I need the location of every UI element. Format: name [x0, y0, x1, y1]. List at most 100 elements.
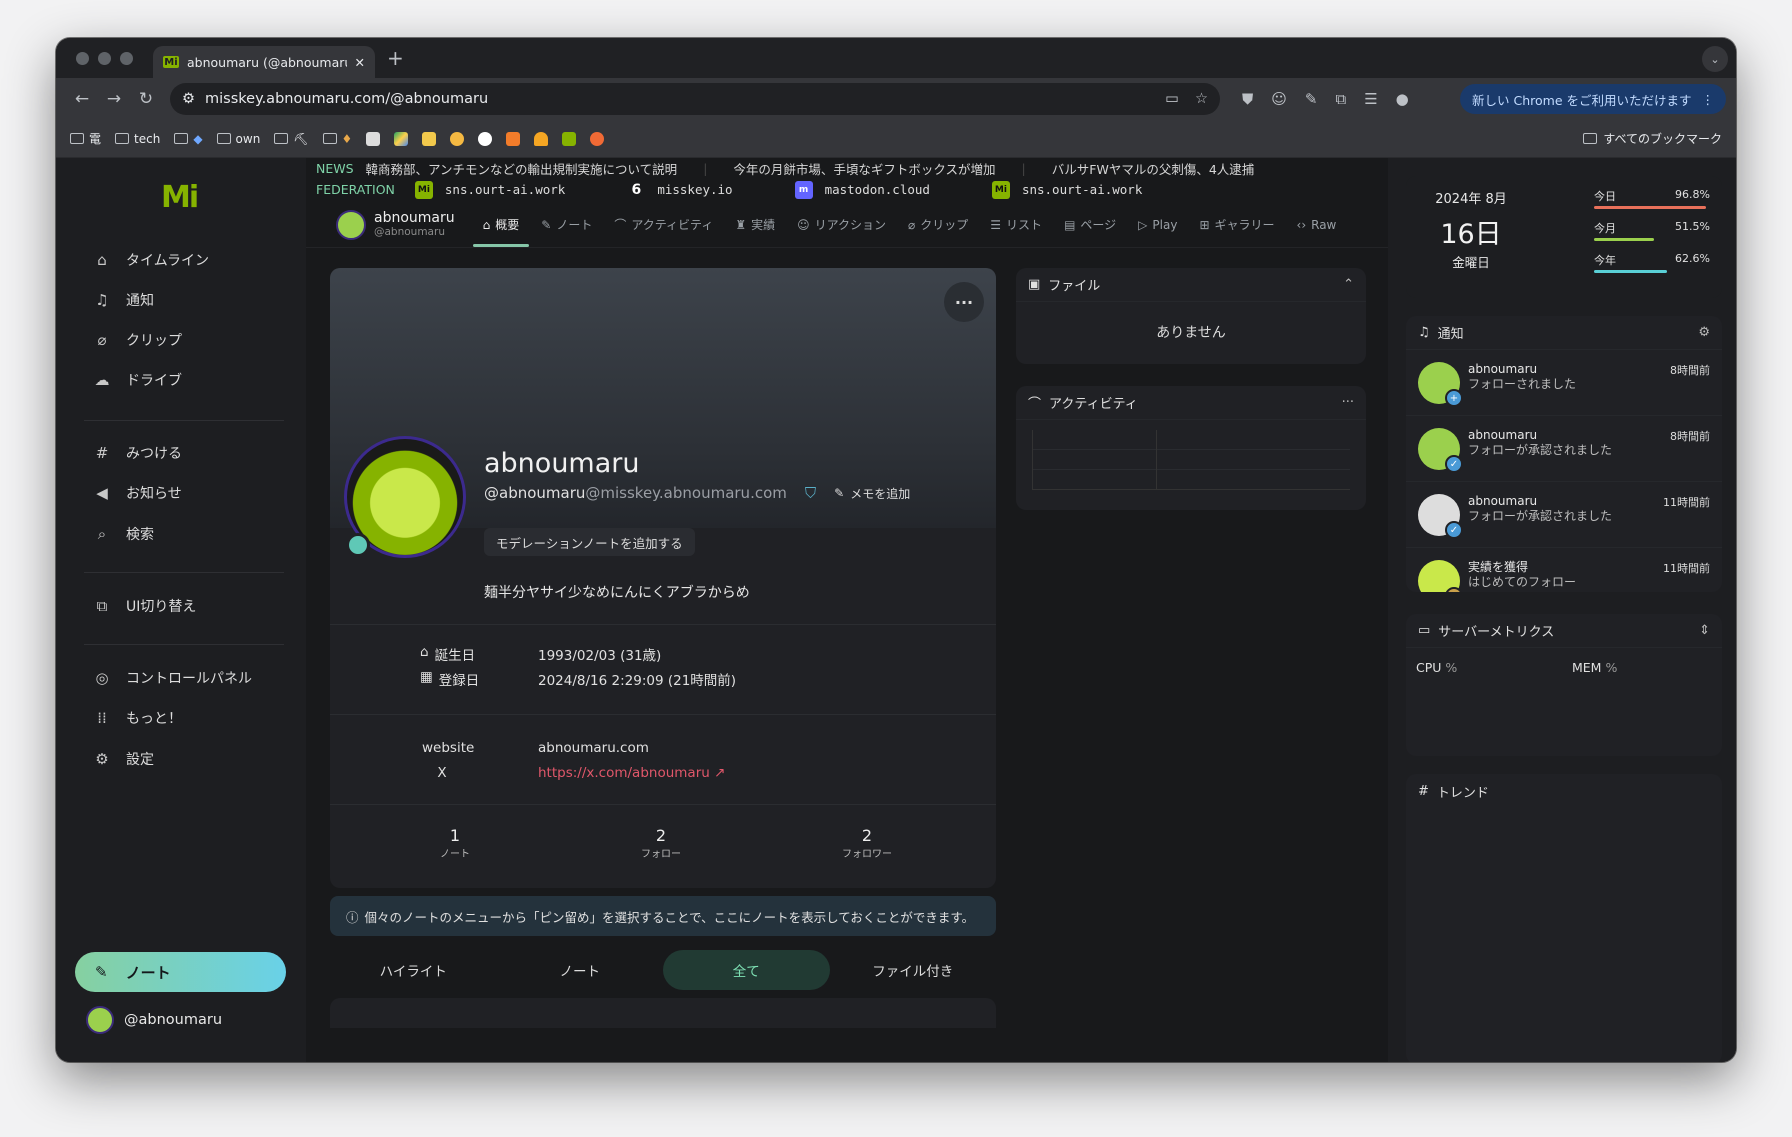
extension-smile-icon[interactable]: ☺ [1271, 90, 1287, 108]
add-memo-button[interactable]: ✎ メモを追加 [834, 485, 910, 502]
tab-highlight[interactable]: ハイライト [330, 950, 497, 990]
misskey-logo[interactable]: Mi [161, 180, 199, 215]
news-item[interactable]: 韓商務部、アンチモンなどの輸出規制実施について説明 [366, 159, 678, 178]
notification-item[interactable]: ✓ abnoumaru フォローが承認されました 8時間前 [1406, 416, 1722, 482]
gear-icon[interactable]: ⚙ [1698, 325, 1710, 340]
tab-activity[interactable]: ⌒ アクティビティ [614, 202, 713, 247]
address-bar[interactable]: ⚙ misskey.abnoumaru.com/@abnoumaru ▭ ☆ [170, 83, 1220, 115]
federation-server[interactable]: sns.ourt-ai.work [445, 182, 565, 197]
sidebar-divider [84, 420, 284, 421]
sort-icon[interactable]: ⇕ [1699, 623, 1710, 638]
progress-value: 62.6% [1675, 252, 1710, 265]
bookmark-folder[interactable]: ⛏ [274, 132, 309, 146]
sidebar-item-more[interactable]: ⁞⁞ もっと！ [94, 708, 182, 728]
forward-button[interactable]: → [98, 89, 130, 109]
notification-text: フォローが承認されました [1468, 509, 1613, 523]
site-settings-icon[interactable]: ⚙ [182, 91, 195, 107]
notification-item[interactable]: + abnoumaru フォローされました 8時間前 [1406, 350, 1722, 416]
notion-icon[interactable] [366, 131, 381, 146]
tab-overview[interactable]: ⌂ 概要 [472, 202, 529, 247]
tab-notes-only[interactable]: ノート [497, 950, 664, 990]
browser-tab[interactable]: Mi abnoumaru (@abnoumaru) | n ✕ [153, 46, 375, 78]
tab-all[interactable]: 全て [663, 950, 830, 990]
sidebar-item-explore[interactable]: # みつける [94, 443, 182, 463]
sidebar-item-drive[interactable]: ☁ ドライブ [94, 370, 183, 390]
all-bookmarks[interactable]: すべてのブックマーク [1583, 130, 1722, 147]
followers-count[interactable]: 2 フォロワー [827, 826, 907, 861]
following-count[interactable]: 2 フォロー [621, 826, 701, 861]
federation-server[interactable]: sns.ourt-ai.work [1022, 182, 1142, 197]
reading-list-icon[interactable]: ☰ [1364, 90, 1377, 108]
tab-achievements[interactable]: ♜ 実績 [735, 202, 775, 247]
cube-icon[interactable] [506, 131, 521, 146]
extensions-puzzle-icon[interactable]: ⧉ [1335, 90, 1346, 108]
sidebar-item-control-panel[interactable]: ◎ コントロールパネル [94, 668, 252, 688]
bookmark-folder[interactable]: tech [115, 132, 160, 146]
add-moderation-note-button[interactable]: モデレーションノートを追加する [484, 528, 695, 556]
federation-server[interactable]: misskey.io [657, 182, 732, 197]
drive-icon[interactable] [394, 131, 409, 146]
x-profile-link[interactable]: https://x.com/abnoumaru ↗ [538, 765, 725, 781]
bookmark-folder[interactable]: 電 [70, 130, 101, 147]
bell-icon: ♫ [95, 291, 109, 309]
sidebar-item-settings[interactable]: ⚙ 設定 [94, 749, 154, 769]
tab-notes[interactable]: ✎ ノート [541, 202, 592, 247]
cloudflare-icon[interactable] [534, 131, 549, 146]
news-item[interactable]: バルサFWヤマルの父刺傷、4人逮捕 [1052, 159, 1255, 178]
sidebar-item-notifications[interactable]: ♫ 通知 [94, 290, 154, 310]
cast-icon[interactable]: ▭ [1165, 91, 1179, 107]
bookmark-star-icon[interactable]: ☆ [1195, 91, 1208, 107]
pencil-icon[interactable] [422, 131, 437, 146]
collapse-icon[interactable]: ⌃ [1343, 277, 1354, 292]
bookmark-folder[interactable]: ♦ [322, 132, 352, 146]
window-controls[interactable] [76, 51, 133, 65]
tab-clips[interactable]: ⌀ クリップ [908, 202, 968, 247]
sidebar-item-search[interactable]: ⌕ 検索 [94, 524, 154, 544]
sidebar-item-clips[interactable]: ⌀ クリップ [94, 330, 182, 350]
kebab-menu-icon[interactable]: ⋮ [1702, 92, 1715, 107]
back-button[interactable]: ← [66, 89, 98, 109]
tab-gallery[interactable]: ⊞ ギャラリー [1199, 202, 1274, 247]
check-badge-icon: ✓ [1445, 455, 1463, 473]
tab-pages[interactable]: ▤ ページ [1064, 202, 1116, 247]
extension-shield-icon[interactable]: ⛊ [1242, 90, 1253, 108]
more-options-icon[interactable]: ··· [1342, 395, 1354, 410]
bookmark-folder[interactable]: own [216, 132, 260, 146]
tab-raw[interactable]: ‹› Raw [1297, 202, 1337, 247]
federation-server[interactable]: mastodon.cloud [825, 182, 930, 197]
profile-icon[interactable]: ● [1396, 90, 1409, 108]
note-preview[interactable] [330, 998, 996, 1028]
chrome-update-button[interactable]: 新しい Chrome をご利用いただけます ⋮ [1460, 84, 1726, 114]
sidebar-item-timeline[interactable]: ⌂ タイムライン [94, 250, 209, 270]
bookmark-folder[interactable]: ◆ [174, 132, 203, 146]
notification-item[interactable]: ★ 実績を獲得はじめてのフォロー 11時間前 [1406, 548, 1722, 592]
close-tab-icon[interactable]: ✕ [355, 55, 365, 70]
calendar-day: 16日 [1440, 219, 1502, 250]
news-item[interactable]: 今年の月餅市場、手頃なギフトボックスが増加 [733, 159, 995, 178]
account-menu[interactable]: @abnoumaru [86, 1006, 222, 1034]
tab-search-icon[interactable]: ⌄ [1702, 46, 1728, 72]
hand-icon[interactable] [450, 131, 465, 146]
progress-label: 今日 [1594, 190, 1616, 203]
tab-with-files[interactable]: ファイル付き [830, 950, 997, 990]
post-note-button[interactable]: ✎ ノート [75, 952, 286, 992]
tab-reactions[interactable]: ☺ リアクション [797, 202, 886, 247]
sidebar-divider [84, 572, 284, 573]
reload-button[interactable]: ↻ [130, 89, 162, 109]
eyedropper-icon[interactable]: ✎ [1305, 90, 1318, 108]
profile-tabs: ⌂ 概要 ✎ ノート ⌒ アクティビティ ♜ 実績 ☺ リアクション ⌀ クリップ ☰ リスト… [472, 202, 1337, 247]
new-tab-button[interactable]: + [387, 46, 404, 70]
sidebar-item-announcements[interactable]: ◀ お知らせ [94, 483, 182, 503]
github-icon[interactable] [478, 131, 493, 146]
sidebar-item-switch-ui[interactable]: ⧉ UI切り替え [94, 596, 197, 616]
notes-count[interactable]: 1 ノート [415, 826, 495, 861]
notification-user: abnoumaru [1468, 362, 1538, 376]
more-options-button[interactable]: ··· [944, 282, 984, 322]
tab-lists[interactable]: ☰ リスト [990, 202, 1042, 247]
sidebar-item-label: コントロールパネル [126, 671, 252, 687]
notification-item[interactable]: ✓ abnoumaru フォローが承認されました 11時間前 [1406, 482, 1722, 548]
stat-label: フォロー [641, 849, 681, 860]
misskey-icon[interactable] [562, 131, 577, 146]
tab-play[interactable]: ▷ Play [1138, 202, 1177, 247]
grafana-icon[interactable] [590, 131, 605, 146]
